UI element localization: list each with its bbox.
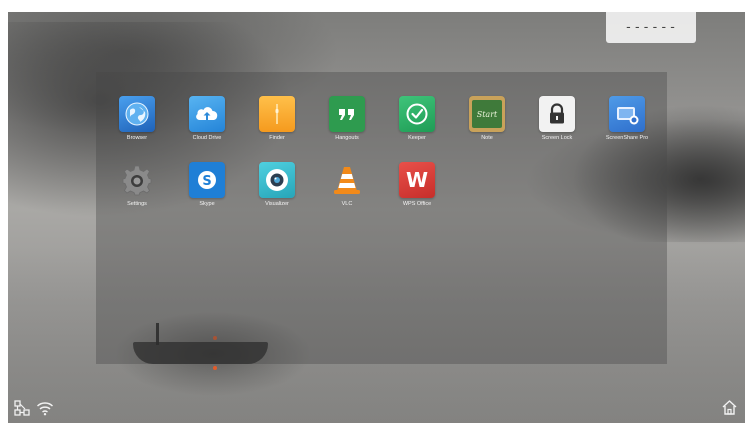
app-wps-office[interactable]: W WPS Office [382,162,452,207]
app-note[interactable]: Start Note [452,96,522,141]
app-browser[interactable]: Browser [102,96,172,141]
globe-icon [119,96,155,132]
app-label: Visualizer [265,201,289,207]
clock-widget[interactable]: ------ [606,12,696,43]
wps-icon-letter: W [405,168,429,192]
app-label: Skype [199,201,215,207]
home-icon[interactable] [721,399,738,421]
chalkboard-surface: Start [472,100,502,128]
boat-light-reflection [213,366,217,370]
skype-icon: S [189,162,225,198]
app-label: Note [481,135,493,141]
app-label: Hangouts [335,135,359,141]
app-skype[interactable]: S Skype [172,162,242,207]
screen-share-icon [609,96,645,132]
app-finder[interactable]: Finder [242,96,312,141]
quote-icon [329,96,365,132]
traffic-cone-icon [329,162,365,198]
app-label: Settings [127,201,147,207]
app-keeper[interactable]: Keeper [382,96,452,141]
chalkboard-icon: Start [469,96,505,132]
app-drawer: Browser Cloud Drive Finder Hangouts Keep… [96,72,667,364]
app-vlc[interactable]: VLC [312,162,382,207]
wifi-icon[interactable] [36,400,54,421]
app-label: Keeper [408,135,426,141]
svg-text:S: S [202,174,211,189]
app-screenshare-pro[interactable]: ScreenShare Pro [592,96,662,141]
app-label: Browser [126,135,148,141]
folder-icon [259,96,295,132]
camera-icon [259,162,295,198]
app-label: Finder [269,135,285,141]
app-settings[interactable]: Settings [102,162,172,207]
cloud-upload-icon [189,96,225,132]
wps-icon: W [399,162,435,198]
app-cloud-drive[interactable]: Cloud Drive [172,96,242,141]
app-label: Screen Lock [541,135,573,141]
clock-text: ------ [624,20,678,35]
app-label: VLC [341,201,353,207]
app-label: WPS Office [402,201,432,207]
chalkboard-text: Start [476,109,498,119]
app-label: ScreenShare Pro [605,135,649,141]
network-icon[interactable] [14,400,30,421]
gear-icon [119,162,155,198]
checkmark-icon [399,96,435,132]
app-visualizer[interactable]: Visualizer [242,162,312,207]
app-screen-lock[interactable]: Screen Lock [522,96,592,141]
app-label: Cloud Drive [192,135,222,141]
lock-icon [539,96,575,132]
app-hangouts[interactable]: Hangouts [312,96,382,141]
